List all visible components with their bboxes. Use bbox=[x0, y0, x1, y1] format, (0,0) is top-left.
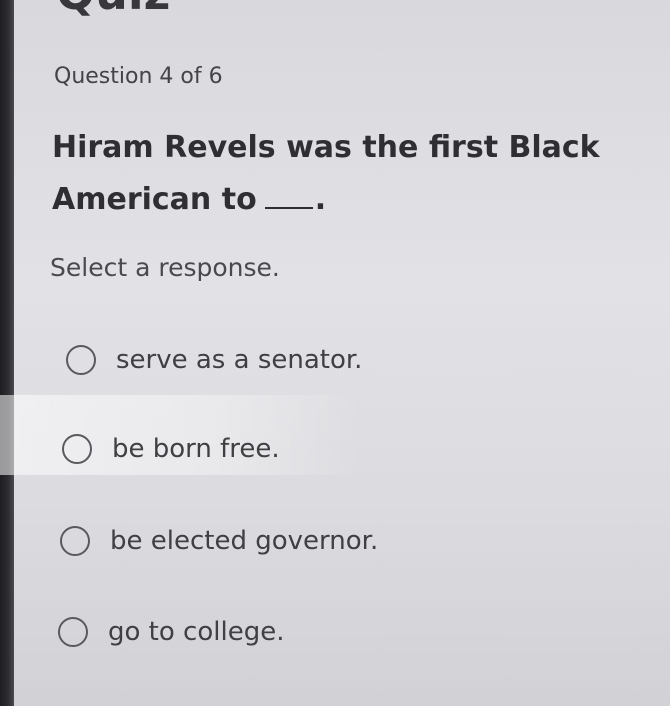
answer-option[interactable]: go to college. bbox=[58, 617, 284, 647]
radio-button[interactable] bbox=[62, 434, 92, 464]
page-title: Quiz bbox=[56, 0, 170, 16]
radio-button[interactable] bbox=[60, 526, 90, 556]
answer-option[interactable]: be elected governor. bbox=[60, 526, 378, 556]
answer-option-label: serve as a senator. bbox=[116, 345, 363, 375]
screen-bezel bbox=[0, 0, 14, 706]
response-prompt: Select a response. bbox=[50, 253, 280, 282]
radio-button[interactable] bbox=[66, 345, 96, 375]
answer-option-label: be elected governor. bbox=[110, 526, 379, 556]
answer-option-label: go to college. bbox=[108, 617, 285, 647]
question-counter: Question 4 of 6 bbox=[54, 64, 223, 89]
answer-option-label: be born free. bbox=[112, 434, 280, 464]
answer-blank bbox=[264, 181, 313, 209]
question-text-end: . bbox=[314, 182, 327, 217]
question-text: Hiram Revels was the first Black America… bbox=[52, 122, 642, 226]
answer-option[interactable]: serve as a senator. bbox=[66, 345, 362, 375]
answer-option[interactable]: be born free. bbox=[62, 434, 280, 464]
radio-button[interactable] bbox=[58, 617, 88, 647]
